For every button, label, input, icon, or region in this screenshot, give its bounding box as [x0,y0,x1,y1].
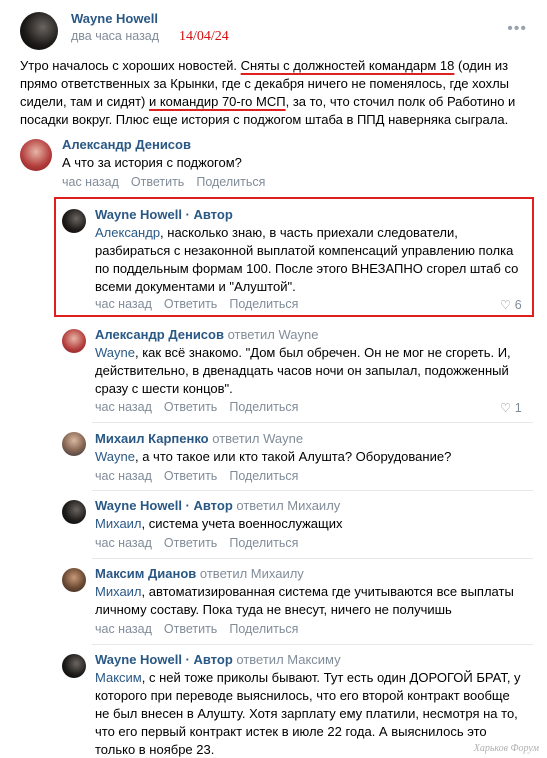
share-button[interactable]: Поделиться [229,469,298,483]
mention[interactable]: Александр [95,225,160,240]
comment-author-name[interactable]: Wayne Howell · Автор [95,652,233,667]
comment-time[interactable]: час назад [95,622,152,636]
comment-actions: час назад Ответить Поделиться [95,622,310,636]
comment-text: Михаил, автоматизированная система где у… [95,583,525,619]
comment-author-name[interactable]: Wayne Howell · Автор [95,498,233,513]
reply-to-label[interactable]: ответил Максиму [236,652,340,667]
mention[interactable]: Михаил [95,516,142,531]
reply-button[interactable]: Ответить [164,622,217,636]
comment-author[interactable]: Максим Дианов ответил Михаилу [95,566,304,581]
avatar[interactable] [62,329,86,353]
reply-button[interactable]: Ответить [164,297,217,311]
divider [92,644,533,645]
comment-text: А что за история с поджогом? [62,155,242,170]
comment-actions: час назад Ответить Поделиться [95,536,310,550]
post-author-name[interactable]: Wayne Howell [71,11,158,26]
comment-body: , с ней тоже приколы бывают. Тут есть од… [95,670,521,757]
comment-body: , а что такое или кто такой Алушта? Обор… [134,449,452,464]
share-button[interactable]: Поделиться [229,297,298,311]
mention[interactable]: Михаил [95,584,142,599]
comment-actions: час назад Ответить Поделиться [95,469,310,483]
comment-time[interactable]: час назад [62,175,119,189]
comment-body: , автоматизированная система где учитыва… [95,584,514,617]
like-counter[interactable]: ♡ 6 [500,297,522,312]
comment-text: Wayne, как всё знакомо. "Дом был обречен… [95,344,525,398]
post-text-highlight: Сняты с должностей командарм 18 [240,58,455,73]
reply-to-label[interactable]: ответил Wayne [228,327,319,342]
comment-text: Михаил, система учета военнослужащих [95,515,525,533]
divider [92,422,533,423]
share-button[interactable]: Поделиться [229,622,298,636]
comment-author[interactable]: Wayne Howell · Автор [95,207,233,222]
heart-icon[interactable]: ♡ [500,401,511,415]
comment-time[interactable]: час назад [95,536,152,550]
avatar[interactable] [62,209,86,233]
post-text-highlight: и командир 70-го МСП [148,94,286,109]
avatar[interactable] [62,432,86,456]
share-button[interactable]: Поделиться [229,536,298,550]
comment-author[interactable]: Александр Денисов ответил Wayne [95,327,318,342]
avatar[interactable] [20,139,52,171]
comment-body: , система учета военнослужащих [141,516,343,531]
post-time[interactable]: два часа назад [71,29,159,43]
like-count: 1 [514,401,522,415]
post-author-avatar[interactable] [20,12,58,50]
reply-button[interactable]: Ответить [164,469,217,483]
post-text-part: Утро началось с хороших новостей. [20,58,241,73]
reply-button[interactable]: Ответить [131,175,184,189]
reply-to-label[interactable]: ответил Михаилу [236,498,340,513]
reply-to-label[interactable]: ответил Михаилу [200,566,304,581]
comment-text: Александр, насколько знаю, в часть приех… [95,224,525,296]
avatar[interactable] [62,568,86,592]
mention[interactable]: Максим [95,670,142,685]
comment-time[interactable]: час назад [95,469,152,483]
share-button[interactable]: Поделиться [196,175,265,189]
avatar[interactable] [62,654,86,678]
comment-author-name[interactable]: Александр Денисов [95,327,224,342]
divider [92,558,533,559]
comment-text: Максим, с ней тоже приколы бывают. Тут е… [95,669,525,758]
comment-time[interactable]: час назад [95,297,152,311]
comment-actions: час назад Ответить Поделиться [95,297,310,311]
mention[interactable]: Wayne [95,345,135,360]
mention[interactable]: Wayne [95,449,135,464]
post-text: Утро началось с хороших новостей. Сняты … [20,57,530,129]
reply-button[interactable]: Ответить [164,400,217,414]
like-count: 6 [514,298,522,312]
comment-author[interactable]: Михаил Карпенко ответил Wayne [95,431,303,446]
date-annotation: 14/04/24 [179,29,229,44]
avatar[interactable] [62,500,86,524]
like-counter[interactable]: ♡ 1 [500,400,522,415]
comment-author-name[interactable]: Максим Дианов [95,566,196,581]
comment-text: Wayne, а что такое или кто такой Алушта?… [95,448,525,466]
comment-author-name[interactable]: Михаил Карпенко [95,431,209,446]
heart-icon[interactable]: ♡ [500,298,511,312]
comment-author[interactable]: Александр Денисов [62,137,191,152]
watermark: Харьков Форум [473,743,539,754]
more-dots-icon[interactable]: ••• [507,20,527,38]
reply-button[interactable]: Ответить [164,536,217,550]
share-button[interactable]: Поделиться [229,400,298,414]
comment-author[interactable]: Wayne Howell · Автор ответил Михаилу [95,498,340,513]
comment-body: , как всё знакомо. "Дом был обречен. Он … [95,345,511,396]
comment-author[interactable]: Wayne Howell · Автор ответил Максиму [95,652,341,667]
comment-time[interactable]: час назад [95,400,152,414]
comment-actions: час назад Ответить Поделиться [62,175,277,189]
divider [92,490,533,491]
comment-actions: час назад Ответить Поделиться [95,400,310,414]
reply-to-label[interactable]: ответил Wayne [212,431,303,446]
